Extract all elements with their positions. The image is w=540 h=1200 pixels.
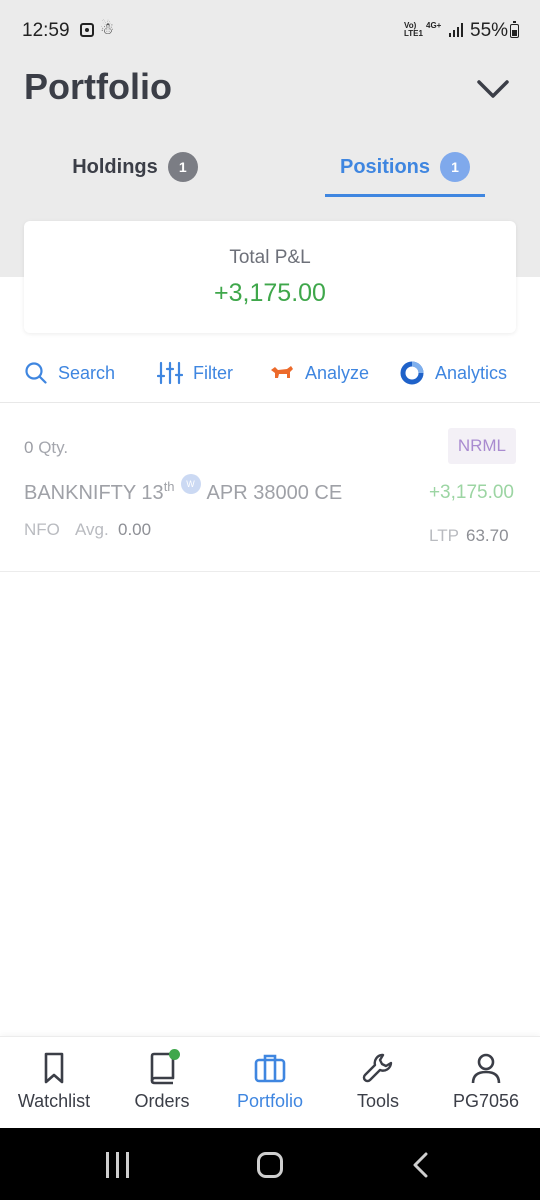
ltp-value: 63.70 [466,526,509,545]
nav-tools-label: Tools [356,1091,400,1111]
position-symbol: BANKNIFTY 13th W APR 38000 CE [24,474,342,505]
orders-notification-dot [169,1049,180,1060]
nav-profile-label: PG7056 [452,1091,520,1111]
position-qty: 0 Qty. [24,438,68,458]
volte-icon: Vo) LTE1 [404,21,423,38]
user-icon [471,1053,501,1084]
bottom-navigation: Watchlist Orders Portfolio Tools PG7056 [0,1036,540,1128]
positions-toolbar: Search Filter Analyze Analytics [0,355,540,403]
bull-icon [271,366,293,378]
nav-watchlist[interactable]: Watchlist [0,1037,108,1129]
position-qty-label: Qty. [38,438,69,457]
signal-icon [449,23,465,37]
filter-label: Filter [193,362,233,383]
total-pnl-card: Total P&L +3,175.00 [24,221,516,333]
tab-positions-label: Positions [339,155,430,178]
status-time: 12:59 [22,20,70,41]
chevron-down-icon[interactable] [473,74,513,104]
analyze-label: Analyze [305,362,370,383]
product-type-badge: NRML [447,428,516,464]
network-type-icon: 4G+ [426,21,442,30]
home-icon[interactable] [257,1152,283,1178]
position-row[interactable]: 0 Qty. NRML BANKNIFTY 13th W APR 38000 CE … [0,404,540,572]
active-tab-indicator [325,194,485,197]
avg-price-value: 0.00 [118,520,152,539]
wrench-icon [362,1053,393,1083]
battery-icon [510,21,519,38]
tab-positions[interactable]: Positions 1 [325,138,485,196]
ltp-label: LTP [429,526,459,545]
symbol-date-suffix: th [163,479,175,494]
position-pnl: +3,175.00 [428,482,514,503]
symbol-contract: APR 38000 CE [206,482,343,504]
nav-portfolio[interactable]: Portfolio [216,1037,324,1129]
total-pnl-label: Total P&L [229,247,311,268]
nav-profile[interactable]: PG7056 [432,1037,540,1129]
symbol-name: BANKNIFTY 13 [24,482,164,504]
positions-count-badge: 1 [440,152,470,182]
back-icon[interactable] [410,1152,432,1178]
avg-price-label: Avg. [75,520,109,539]
briefcase-icon [254,1054,286,1083]
tab-holdings-label: Holdings [72,155,158,178]
app-notification-icon: ☃ [100,21,115,38]
analytics-button[interactable]: Analytics [399,355,507,391]
analyze-button[interactable]: Analyze [269,355,369,391]
nav-portfolio-label: Portfolio [236,1091,304,1111]
total-pnl-value: +3,175.00 [214,279,326,307]
bookmark-icon [44,1052,64,1084]
weekly-expiry-badge: W [180,474,201,494]
position-qty-value: 0 [24,438,34,457]
page-title: Portfolio [24,66,172,107]
analytics-ring-icon [400,361,424,385]
nav-orders-label: Orders [134,1091,190,1111]
filter-button[interactable]: Filter [157,355,233,391]
nav-tools[interactable]: Tools [324,1037,432,1129]
notification-icon [80,23,94,37]
search-button[interactable]: Search [24,355,115,391]
analytics-label: Analytics [435,362,508,383]
battery-percent: 55% [470,20,509,41]
filter-sliders-icon [157,361,183,385]
system-navigation-bar [0,1128,540,1200]
holdings-count-badge: 1 [167,152,198,182]
position-exchange: NFO [24,520,60,539]
recents-icon[interactable] [104,1152,132,1178]
search-icon [25,362,47,384]
tab-holdings[interactable]: Holdings 1 [60,138,210,196]
search-label: Search [58,362,116,383]
status-bar: 12:59 ☃ Vo) LTE1 4G+ 55% [0,0,540,60]
nav-watchlist-label: Watchlist [17,1091,91,1111]
nav-orders[interactable]: Orders [108,1037,216,1129]
